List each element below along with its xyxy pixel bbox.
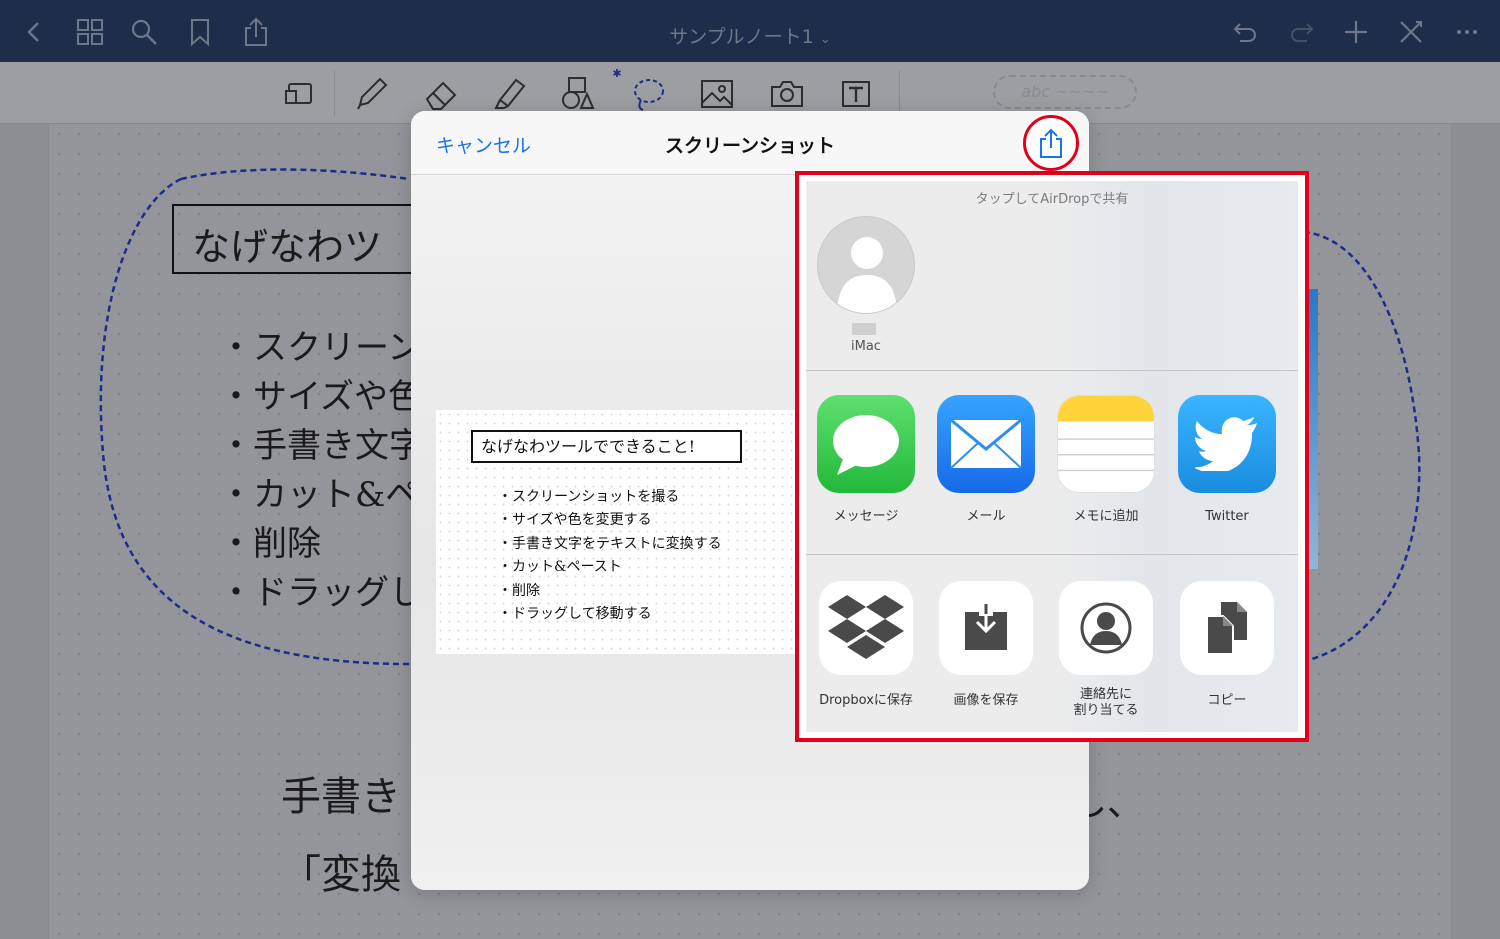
app-label: Twitter (1205, 509, 1249, 524)
share-button[interactable] (1023, 115, 1079, 171)
note-title-text: なげなわツ (192, 225, 383, 269)
note-handwriting-line: 「変換 (281, 852, 401, 898)
notes-icon (1057, 395, 1155, 493)
redo-icon[interactable] (1286, 16, 1318, 48)
dropbox-icon (819, 581, 913, 675)
highlighter-icon[interactable] (492, 76, 528, 112)
messages-icon (817, 395, 915, 493)
modal-header: キャンセル スクリーンショット (411, 111, 1089, 175)
image-icon[interactable] (699, 76, 735, 112)
app-label: メモに追加 (1073, 509, 1139, 524)
assign-contact-icon (1059, 581, 1153, 675)
avatar[interactable] (817, 216, 915, 314)
list-item: スクリーンショットを撮る (498, 486, 722, 509)
person-icon (837, 237, 897, 313)
action-label: コピー (1207, 693, 1247, 708)
note-handwriting-line: 手書き (281, 774, 401, 820)
chevron-down-icon: ⌄ (819, 32, 831, 47)
twitter-icon (1178, 395, 1276, 493)
bluetooth-icon: ✱ (612, 66, 622, 80)
lasso-icon[interactable] (631, 76, 667, 112)
share-icon (1040, 128, 1062, 158)
share-sheet: タップしてAirDropで共有 iMac メッセージ メール メモに追加 Twi… (806, 181, 1298, 732)
page-layout-icon[interactable] (281, 76, 317, 112)
text-icon[interactable] (838, 76, 874, 112)
action-label: 画像を保存 (953, 693, 1019, 708)
device-name: iMac (851, 339, 881, 354)
divider (806, 554, 1298, 555)
copy-icon (1180, 581, 1274, 675)
top-navigation-bar: サンプルノート1 ⌄ (0, 0, 1500, 62)
close-icon[interactable] (1395, 16, 1427, 48)
modal-title: スクリーンショット (664, 135, 836, 157)
pen-preview[interactable]: abc ~~~~ (993, 75, 1137, 109)
save-image-icon (939, 581, 1033, 675)
device-owner-mask (852, 323, 876, 335)
toolbar-divider (334, 70, 335, 116)
eraser-icon[interactable] (423, 76, 459, 112)
list-item: 削除 (498, 580, 722, 603)
note-title-box: なげなわツ (172, 204, 422, 274)
list-item: 手書き文字をテキストに変換する (498, 533, 722, 556)
shapes-icon[interactable] (559, 76, 595, 112)
mail-icon (937, 395, 1035, 493)
app-label: メール (966, 509, 1006, 524)
screenshot-preview: なげなわツールでできること! スクリーンショットを撮る サイズや色を変更する 手… (436, 410, 806, 654)
list-item: サイズや色を変更する (498, 509, 722, 532)
undo-icon[interactable] (1229, 16, 1261, 48)
app-label: メッセージ (833, 509, 899, 524)
list-item: カット&ペースト (498, 556, 722, 579)
list-item: ドラッグして移動する (498, 603, 722, 626)
airdrop-label: タップしてAirDropで共有 (975, 192, 1129, 207)
divider (806, 370, 1298, 371)
camera-icon[interactable] (769, 76, 805, 112)
toolbar-divider (899, 70, 900, 116)
preview-list: スクリーンショットを撮る サイズや色を変更する 手書き文字をテキストに変換する … (498, 486, 722, 626)
more-icon[interactable] (1451, 16, 1483, 48)
pen-icon[interactable] (353, 76, 389, 112)
add-icon[interactable] (1340, 16, 1372, 48)
action-label: 連絡先に 割り当てる (1073, 687, 1139, 718)
action-label: Dropboxに保存 (819, 693, 913, 708)
preview-title: なげなわツールでできること! (471, 430, 742, 463)
note-title[interactable]: サンプルノート1 ⌄ (0, 22, 1500, 49)
